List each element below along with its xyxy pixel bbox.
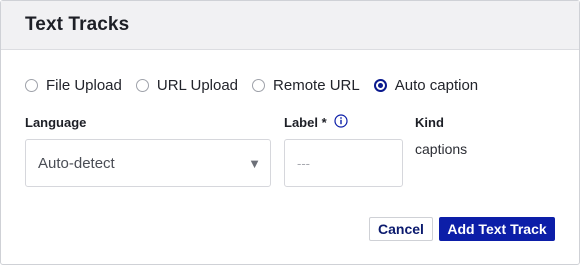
- label-field-label: Label *: [284, 115, 327, 130]
- radio-url-upload-circle[interactable]: [135, 78, 149, 92]
- source-radio-group: File Upload URL Upload Remote URL Auto c…: [25, 74, 492, 96]
- kind-value: captions: [415, 141, 468, 157]
- radio-file-upload-circle[interactable]: [25, 78, 38, 92]
- add-text-track-button[interactable]: Add Text Track: [439, 217, 555, 241]
- radio-remote-url-circle[interactable]: [252, 78, 266, 92]
- radio-auto-caption[interactable]: Auto caption: [373, 76, 479, 94]
- radio-auto-caption-circle[interactable]: [373, 78, 387, 92]
- dialog-title: Text Tracks: [25, 14, 130, 35]
- triangle-down-icon: ▼: [248, 156, 261, 171]
- radio-remote-url-label: Remote URL: [273, 76, 360, 94]
- radio-remote-url[interactable]: Remote URL: [252, 77, 360, 94]
- dialog-header: Text Tracks: [1, 1, 579, 50]
- radio-file-upload-label: File Upload: [46, 76, 122, 94]
- info-circle-icon[interactable]: [334, 114, 348, 128]
- radio-url-upload-label: URL Upload: [156, 76, 239, 94]
- radio-url-upload[interactable]: URL Upload: [135, 76, 239, 94]
- cancel-button[interactable]: Cancel: [369, 217, 433, 241]
- language-label: Language: [25, 115, 87, 130]
- radio-auto-caption-label: Auto caption: [394, 76, 479, 94]
- kind-label: Kind: [415, 115, 444, 130]
- radio-file-upload[interactable]: File Upload: [25, 77, 122, 94]
- language-select[interactable]: Auto-detect ▼: [25, 139, 271, 187]
- label-input[interactable]: [284, 139, 403, 187]
- language-select-value: Auto-detect: [38, 154, 115, 172]
- text-tracks-dialog: Text Tracks File Upload URL Upload Remot…: [0, 0, 580, 265]
